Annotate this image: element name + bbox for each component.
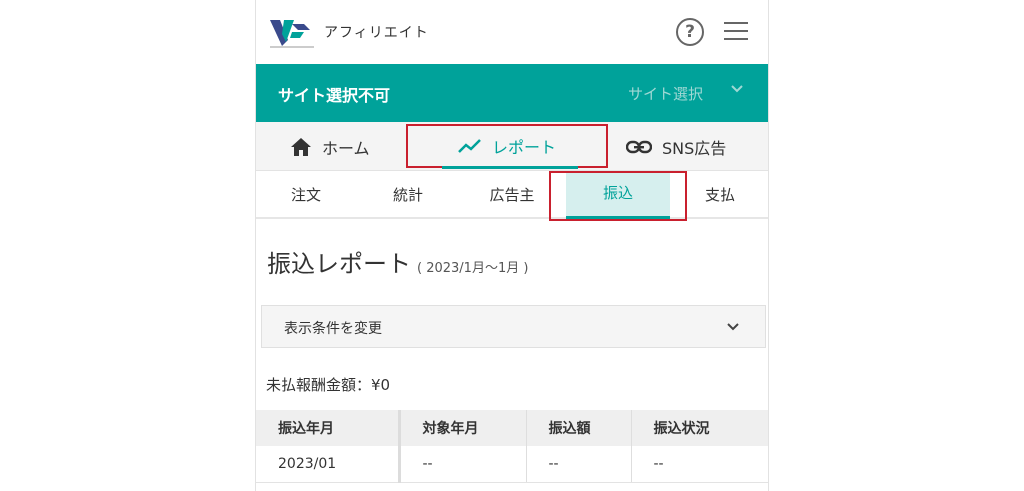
home-icon: [291, 137, 311, 156]
col-transfer-month: 振込年月: [256, 410, 399, 446]
page-title-text: 振込レポート: [267, 250, 411, 278]
highlight-box: [549, 171, 687, 221]
trend-line-icon: [458, 139, 481, 153]
cell-target-month: --: [397, 446, 526, 483]
logo-text: アフィリエイト: [324, 25, 429, 41]
logo-icon[interactable]: [270, 16, 314, 50]
page-title: 振込レポート ( 2023/1月～1月 ): [267, 244, 528, 279]
app-header: アフィリエイト ?: [256, 0, 768, 64]
cell-transfer-status: --: [630, 446, 768, 483]
site-bar: サイト選択不可 サイト選択: [256, 64, 768, 122]
tab-report[interactable]: レポート: [406, 124, 608, 168]
tab-sns-label: SNS広告: [662, 138, 727, 158]
link-icon: [626, 140, 652, 153]
active-tab-indicator: [442, 166, 578, 169]
app-frame: アフィリエイト ? サイト選択不可 サイト選択 ホーム レポート SNS広告 注…: [255, 0, 769, 491]
main-tabs: ホーム レポート SNS広告: [256, 122, 768, 171]
chevron-down-icon: [727, 323, 739, 331]
transfer-table: 振込年月 対象年月 振込額 振込状況 2023/01 -- -- --: [256, 410, 768, 483]
tab-report-label: レポート: [491, 138, 556, 157]
cell-transfer-month: 2023/01: [256, 446, 399, 483]
filter-toggle[interactable]: 表示条件を変更: [261, 305, 766, 348]
table-row: 2023/01 -- -- --: [256, 446, 768, 483]
col-target-month: 対象年月: [397, 410, 526, 446]
report-sub-tabs: 注文 統計 広告主 振込 支払: [256, 171, 768, 219]
question-circle-icon[interactable]: ?: [676, 18, 704, 46]
table-header-row: 振込年月 対象年月 振込額 振込状況: [256, 410, 768, 446]
col-transfer-amount: 振込額: [525, 410, 631, 446]
chevron-down-icon[interactable]: [730, 82, 744, 96]
tab-home[interactable]: ホーム: [290, 122, 370, 171]
site-select-dropdown[interactable]: サイト選択: [628, 83, 703, 104]
tab-sns-ads[interactable]: SNS広告: [626, 122, 726, 171]
col-transfer-status: 振込状況: [630, 410, 768, 446]
hamburger-icon[interactable]: [724, 22, 748, 42]
subtab-orders[interactable]: 注文: [256, 171, 356, 219]
tab-home-label: ホーム: [322, 138, 370, 158]
filter-label: 表示条件を変更: [284, 321, 382, 337]
cell-transfer-amount: --: [525, 446, 631, 483]
subtab-stats[interactable]: 統計: [356, 171, 460, 219]
site-title: サイト選択不可: [278, 86, 391, 105]
unpaid-amount: 未払報酬金額：¥0: [266, 376, 391, 394]
page-date-range: ( 2023/1月～1月 ): [417, 261, 529, 276]
